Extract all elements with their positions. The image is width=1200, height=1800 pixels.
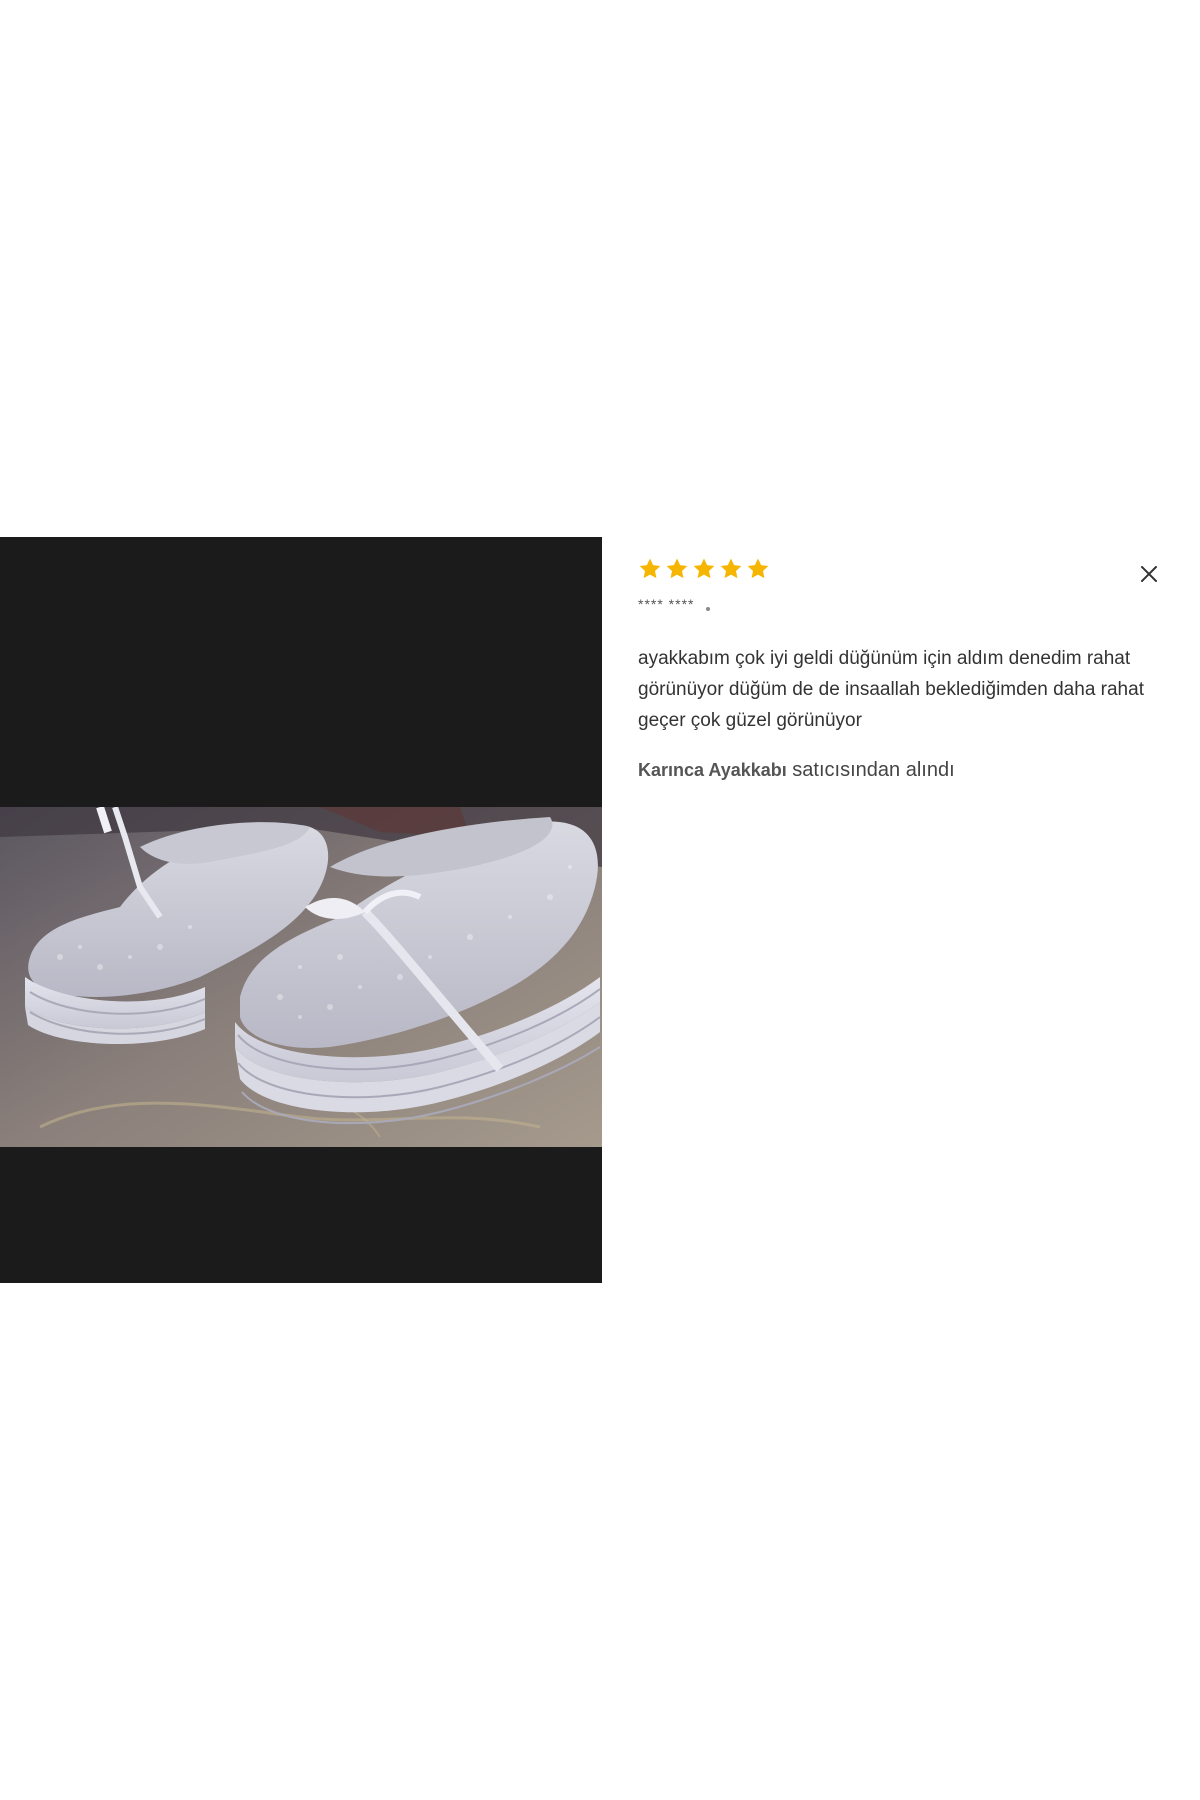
- star-icon: [693, 558, 715, 579]
- review-details-pane: **** **** ayakkabım çok iyi geldi düğünü…: [638, 537, 1178, 1283]
- seller-suffix: satıcısından alındı: [786, 759, 955, 781]
- star-icon: [720, 558, 742, 579]
- close-icon: [1141, 566, 1157, 582]
- seller-line: Karınca Ayakkabı satıcısından alındı: [638, 759, 955, 782]
- rating-stars: [638, 557, 770, 581]
- review-media-pane: [0, 537, 602, 1283]
- close-button[interactable]: [1134, 559, 1164, 589]
- review-modal: **** **** ayakkabım çok iyi geldi düğünü…: [0, 537, 1200, 1283]
- separator-dot: [706, 607, 711, 611]
- review-text: ayakkabım çok iyi geldi düğünüm için ald…: [638, 648, 1144, 731]
- review-photo[interactable]: [0, 807, 602, 1147]
- star-icon: [747, 558, 769, 579]
- star-icon: [639, 558, 661, 579]
- seller-name-link[interactable]: Karınca Ayakkabı: [638, 760, 787, 780]
- reviewer-name: **** ****: [638, 596, 695, 612]
- star-icon: [666, 558, 688, 579]
- reviewer-row: **** ****: [638, 596, 711, 612]
